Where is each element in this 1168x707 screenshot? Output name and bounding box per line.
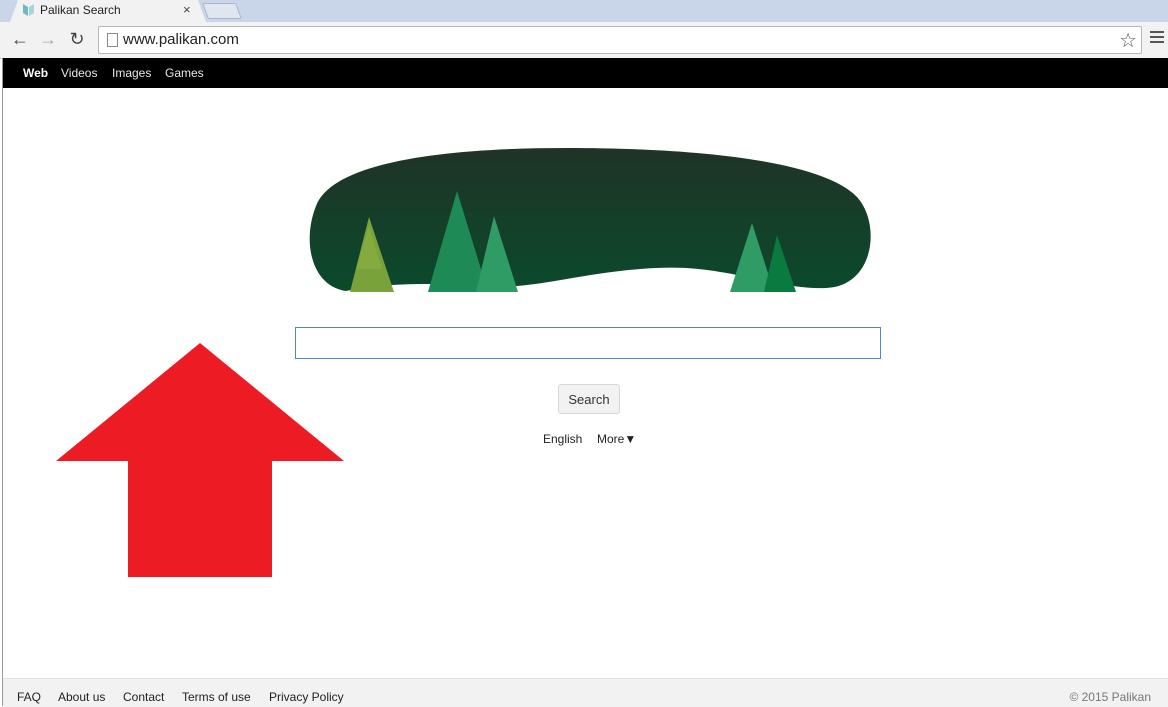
nav-web[interactable]: Web bbox=[23, 66, 48, 80]
palikan-favicon-icon bbox=[23, 4, 34, 16]
address-bar[interactable]: www.palikan.com ☆ bbox=[98, 26, 1142, 54]
nav-videos[interactable]: Videos bbox=[61, 66, 97, 80]
bookmark-star-icon[interactable]: ☆ bbox=[1119, 28, 1137, 53]
page-content: Web Videos Images Games Search English M… bbox=[2, 58, 1168, 707]
top-navigation: Web Videos Images Games bbox=[3, 58, 1168, 88]
back-arrow-icon[interactable]: ← bbox=[9, 28, 31, 50]
footer: FAQ About us Contact Terms of use Privac… bbox=[3, 678, 1168, 707]
footer-about-link[interactable]: About us bbox=[58, 690, 105, 704]
copyright-text: © 2015 Palikan bbox=[1069, 690, 1151, 704]
palikan-logo bbox=[309, 148, 871, 292]
search-input[interactable] bbox=[295, 327, 881, 359]
browser-toolbar: ← → ↻ www.palikan.com ☆ bbox=[0, 22, 1168, 59]
reload-icon[interactable]: ↻ bbox=[66, 28, 88, 50]
red-up-arrow-icon bbox=[56, 343, 344, 577]
page-icon bbox=[107, 33, 118, 47]
close-tab-icon[interactable]: × bbox=[183, 2, 191, 17]
nav-images[interactable]: Images bbox=[112, 66, 151, 80]
language-link[interactable]: English bbox=[543, 432, 582, 446]
footer-contact-link[interactable]: Contact bbox=[123, 690, 164, 704]
more-languages-dropdown[interactable]: More▼ bbox=[597, 432, 636, 446]
search-button[interactable]: Search bbox=[558, 384, 620, 414]
footer-privacy-link[interactable]: Privacy Policy bbox=[269, 690, 344, 704]
browser-tab-strip: Palikan Search × bbox=[0, 0, 1168, 22]
hamburger-menu-icon[interactable] bbox=[1150, 31, 1164, 46]
tab-title: Palikan Search bbox=[40, 3, 121, 17]
url-text: www.palikan.com bbox=[123, 31, 239, 48]
new-tab-button[interactable] bbox=[202, 3, 242, 19]
footer-terms-link[interactable]: Terms of use bbox=[182, 690, 251, 704]
forward-arrow-icon[interactable]: → bbox=[37, 28, 59, 50]
footer-faq-link[interactable]: FAQ bbox=[17, 690, 41, 704]
nav-games[interactable]: Games bbox=[165, 66, 204, 80]
